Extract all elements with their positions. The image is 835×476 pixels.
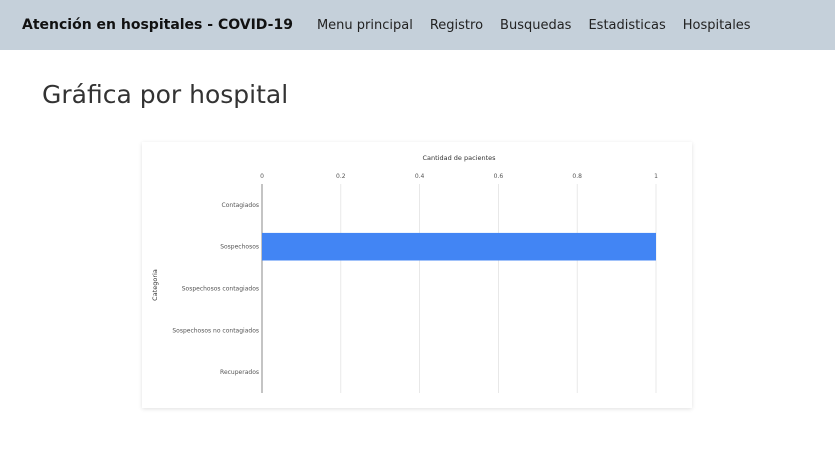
page-title: Gráfica por hospital [42, 80, 289, 109]
x-tick-label: 0.2 [336, 173, 346, 180]
bar-chart: Cantidad de pacientes Categoria 0 0.2 0.4 0… [151, 154, 658, 393]
bar[interactable] [262, 232, 656, 261]
category-labels: Contagiados Sospechosos Sospechosos contag… [172, 202, 259, 376]
category-label: Sospechosos no contagiados [172, 327, 259, 334]
nav-link-estadisticas[interactable]: Estadisticas [588, 18, 665, 33]
category-label: Contagiados [222, 202, 259, 209]
navbar-brand[interactable]: Atención en hospitales - COVID-19 [22, 17, 293, 33]
nav-link-registro[interactable]: Registro [430, 18, 483, 33]
x-axis-title: Cantidad de pacientes [422, 154, 496, 162]
y-axis-title: Categoria [151, 269, 159, 301]
x-tick-label: 0 [260, 173, 264, 180]
category-label: Sospechosos [220, 244, 259, 251]
x-tick-label: 0.8 [572, 173, 582, 180]
top-navbar: Atención en hospitales - COVID-19 Menu p… [0, 0, 835, 50]
x-tick-labels: 0 0.2 0.4 0.6 0.8 1 [260, 173, 658, 180]
category-label: Sospechosos contagiados [182, 286, 259, 293]
nav-link-menu-principal[interactable]: Menu principal [317, 18, 413, 33]
chart-card: Cantidad de pacientes Categoria 0 0.2 0.4 0… [142, 142, 692, 408]
x-tick-label: 0.4 [415, 173, 425, 180]
x-tick-label: 1 [654, 173, 658, 180]
nav-link-hospitales[interactable]: Hospitales [683, 18, 751, 33]
gridlines [261, 184, 657, 393]
category-label: Recuperados [220, 369, 259, 376]
bars [262, 232, 656, 261]
nav-link-busquedas[interactable]: Busquedas [500, 18, 571, 33]
x-tick-label: 0.6 [494, 173, 504, 180]
